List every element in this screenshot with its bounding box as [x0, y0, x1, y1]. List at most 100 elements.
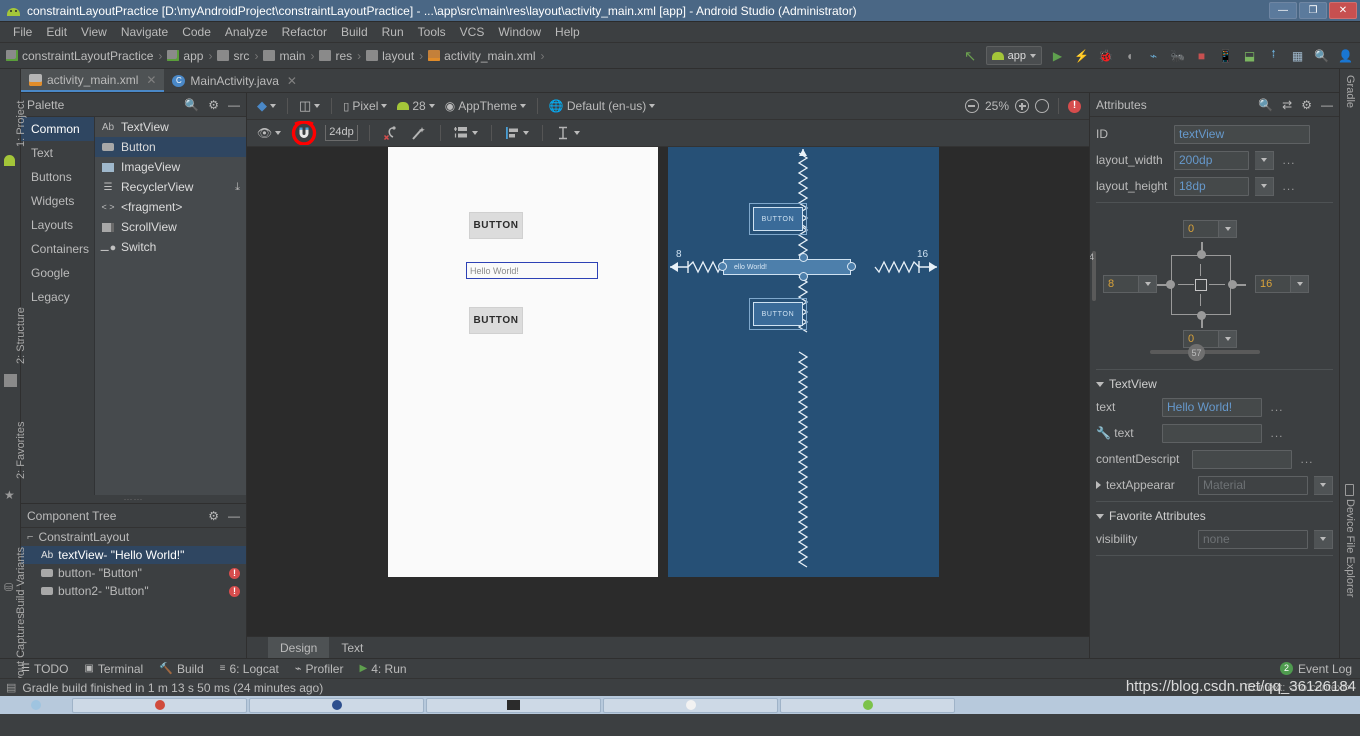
tree-row-constraintlayout[interactable]: ⌐ ConstraintLayout: [21, 528, 246, 546]
api-selector[interactable]: 28: [395, 98, 436, 114]
constraint-widget[interactable]: 0 0 8 16 4 57: [1090, 206, 1339, 366]
breadcrumb-item-src[interactable]: src: [233, 49, 249, 63]
breadcrumb-item-res[interactable]: res: [335, 49, 352, 63]
palette-category-text[interactable]: Text: [21, 141, 94, 165]
constraint-left-margin[interactable]: 8: [1103, 275, 1157, 293]
menu-item-refactor[interactable]: Refactor: [275, 23, 334, 41]
menu-item-window[interactable]: Window: [491, 23, 548, 41]
blueprint-button-bottom[interactable]: BUTTON: [753, 302, 803, 326]
section-textview[interactable]: TextView: [1090, 373, 1339, 394]
left-margin-value[interactable]: 8: [1103, 275, 1139, 293]
maximize-window-button[interactable]: ❐: [1299, 2, 1327, 19]
profiler-button[interactable]: ⌁: [1145, 47, 1162, 64]
preview-textview[interactable]: Hello World!: [466, 262, 598, 279]
tab-text[interactable]: Text: [329, 637, 375, 658]
breadcrumb-item-app[interactable]: app: [183, 49, 203, 63]
run-configuration-selector[interactable]: app: [985, 46, 1042, 65]
content-description-field[interactable]: [1192, 449, 1292, 469]
preview-button-bottom[interactable]: BUTTON: [469, 307, 523, 334]
clear-constraints-button[interactable]: [381, 125, 401, 142]
more-options-icon[interactable]: ...: [1280, 153, 1298, 167]
locale-selector[interactable]: 🌐 Default (en-us): [547, 98, 657, 114]
palette-item-switch[interactable]: ⚊● Switch: [95, 237, 246, 257]
rail-item-favorites[interactable]: 2: Favorites: [15, 422, 27, 479]
panel-resize-grip[interactable]: ⋯⋯: [21, 494, 246, 504]
infer-constraints-button[interactable]: [409, 125, 429, 142]
chevron-down-icon[interactable]: [1255, 150, 1274, 170]
breadcrumb-item-main[interactable]: main: [279, 49, 305, 63]
autoconnect-button[interactable]: [291, 121, 317, 145]
preview-button-top[interactable]: BUTTON: [469, 212, 523, 239]
visibility-field[interactable]: none: [1198, 529, 1308, 549]
chevron-down-icon[interactable]: [1219, 220, 1237, 238]
palette-item-recyclerview[interactable]: ☰ RecyclerView ⤓: [95, 177, 246, 197]
menu-item-vcs[interactable]: VCS: [453, 23, 492, 41]
palette-category-google[interactable]: Google: [21, 261, 94, 285]
close-icon[interactable]: ✕: [287, 74, 297, 88]
tab-design[interactable]: Design: [268, 637, 330, 658]
run-with-coverage-button[interactable]: 🐜: [1169, 47, 1186, 64]
palette-category-legacy[interactable]: Legacy: [21, 285, 94, 309]
menu-item-run[interactable]: Run: [375, 23, 411, 41]
apply-changes-button[interactable]: ⚡: [1073, 47, 1090, 64]
palette-item-fragment[interactable]: < > <fragment>: [95, 197, 246, 217]
more-options-icon[interactable]: ...: [1280, 179, 1298, 193]
taskbar-tray[interactable]: [957, 697, 1358, 713]
gear-icon[interactable]: ⚙: [208, 509, 219, 523]
menu-item-code[interactable]: Code: [175, 23, 218, 41]
blueprint-anchor-right[interactable]: [847, 262, 856, 271]
search-everywhere-button[interactable]: 🔍: [1313, 47, 1330, 64]
blueprint-button-top[interactable]: BUTTON: [753, 207, 803, 231]
footer-tab-terminal[interactable]: ▣ Terminal: [84, 662, 143, 676]
user-button[interactable]: 👤: [1337, 47, 1354, 64]
chevron-down-icon[interactable]: [1314, 529, 1333, 549]
design-mode-selector[interactable]: ◆: [255, 97, 278, 115]
menu-item-navigate[interactable]: Navigate: [114, 23, 175, 41]
rail-item-project[interactable]: 1: Project: [15, 101, 27, 147]
constraint-anchor-top[interactable]: [1197, 250, 1206, 259]
close-icon[interactable]: ✕: [146, 73, 156, 87]
footer-tab-logcat[interactable]: ≡ 6: Logcat: [220, 662, 279, 676]
minimize-window-button[interactable]: —: [1269, 2, 1297, 19]
chevron-down-icon[interactable]: [1291, 275, 1309, 293]
palette-category-common[interactable]: Common: [21, 117, 94, 141]
breadcrumb-item-project[interactable]: constraintLayoutPractice: [22, 49, 153, 63]
guidelines-selector[interactable]: [554, 125, 582, 141]
arrows-toggle-icon[interactable]: ⇄: [1282, 98, 1292, 112]
taskbar-item[interactable]: [426, 697, 601, 713]
palette-item-imageview[interactable]: ImageView: [95, 157, 246, 177]
taskbar-start[interactable]: [2, 697, 70, 713]
minimize-icon[interactable]: —: [228, 98, 240, 112]
chevron-down-icon[interactable]: [1139, 275, 1157, 293]
palette-category-buttons[interactable]: Buttons: [21, 165, 94, 189]
text-appearance-label[interactable]: textAppearar: [1096, 478, 1192, 492]
device-preview-render[interactable]: BUTTON Hello World! BUTTON: [388, 147, 658, 577]
pack-selector[interactable]: [452, 125, 480, 141]
palette-item-scrollview[interactable]: ScrollView: [95, 217, 246, 237]
layout-height-field[interactable]: 18dp: [1174, 176, 1249, 196]
menu-item-tools[interactable]: Tools: [411, 23, 453, 41]
gear-icon[interactable]: ⚙: [1301, 98, 1312, 112]
zoom-in-icon[interactable]: [1015, 99, 1029, 113]
blueprint-anchor-bottom[interactable]: [799, 272, 808, 281]
menu-item-view[interactable]: View: [74, 23, 114, 41]
palette-category-layouts[interactable]: Layouts: [21, 213, 94, 237]
footer-tab-profiler[interactable]: ⌁ Profiler: [295, 662, 344, 676]
horizontal-bias-value[interactable]: 57: [1188, 344, 1205, 361]
sync-gradle-button[interactable]: ⭫: [1265, 47, 1282, 64]
zoom-to-fit-icon[interactable]: [1035, 99, 1049, 113]
constraint-right-margin[interactable]: 16: [1255, 275, 1309, 293]
orientation-selector[interactable]: ◫: [297, 97, 322, 115]
right-margin-value[interactable]: 16: [1255, 275, 1291, 293]
menu-item-analyze[interactable]: Analyze: [218, 23, 275, 41]
blueprint-anchor-top[interactable]: [799, 253, 808, 262]
menu-item-help[interactable]: Help: [548, 23, 587, 41]
taskbar-item[interactable]: [249, 697, 424, 713]
chevron-down-icon[interactable]: [1314, 475, 1333, 495]
theme-selector[interactable]: ◉ AppTheme: [443, 98, 528, 114]
footer-tab-build[interactable]: 🔨 Build: [159, 662, 203, 676]
chevron-down-icon[interactable]: [1219, 330, 1237, 348]
menu-item-build[interactable]: Build: [334, 23, 375, 41]
more-options-icon[interactable]: ...: [1268, 400, 1286, 414]
run-button[interactable]: ▶: [1049, 47, 1066, 64]
